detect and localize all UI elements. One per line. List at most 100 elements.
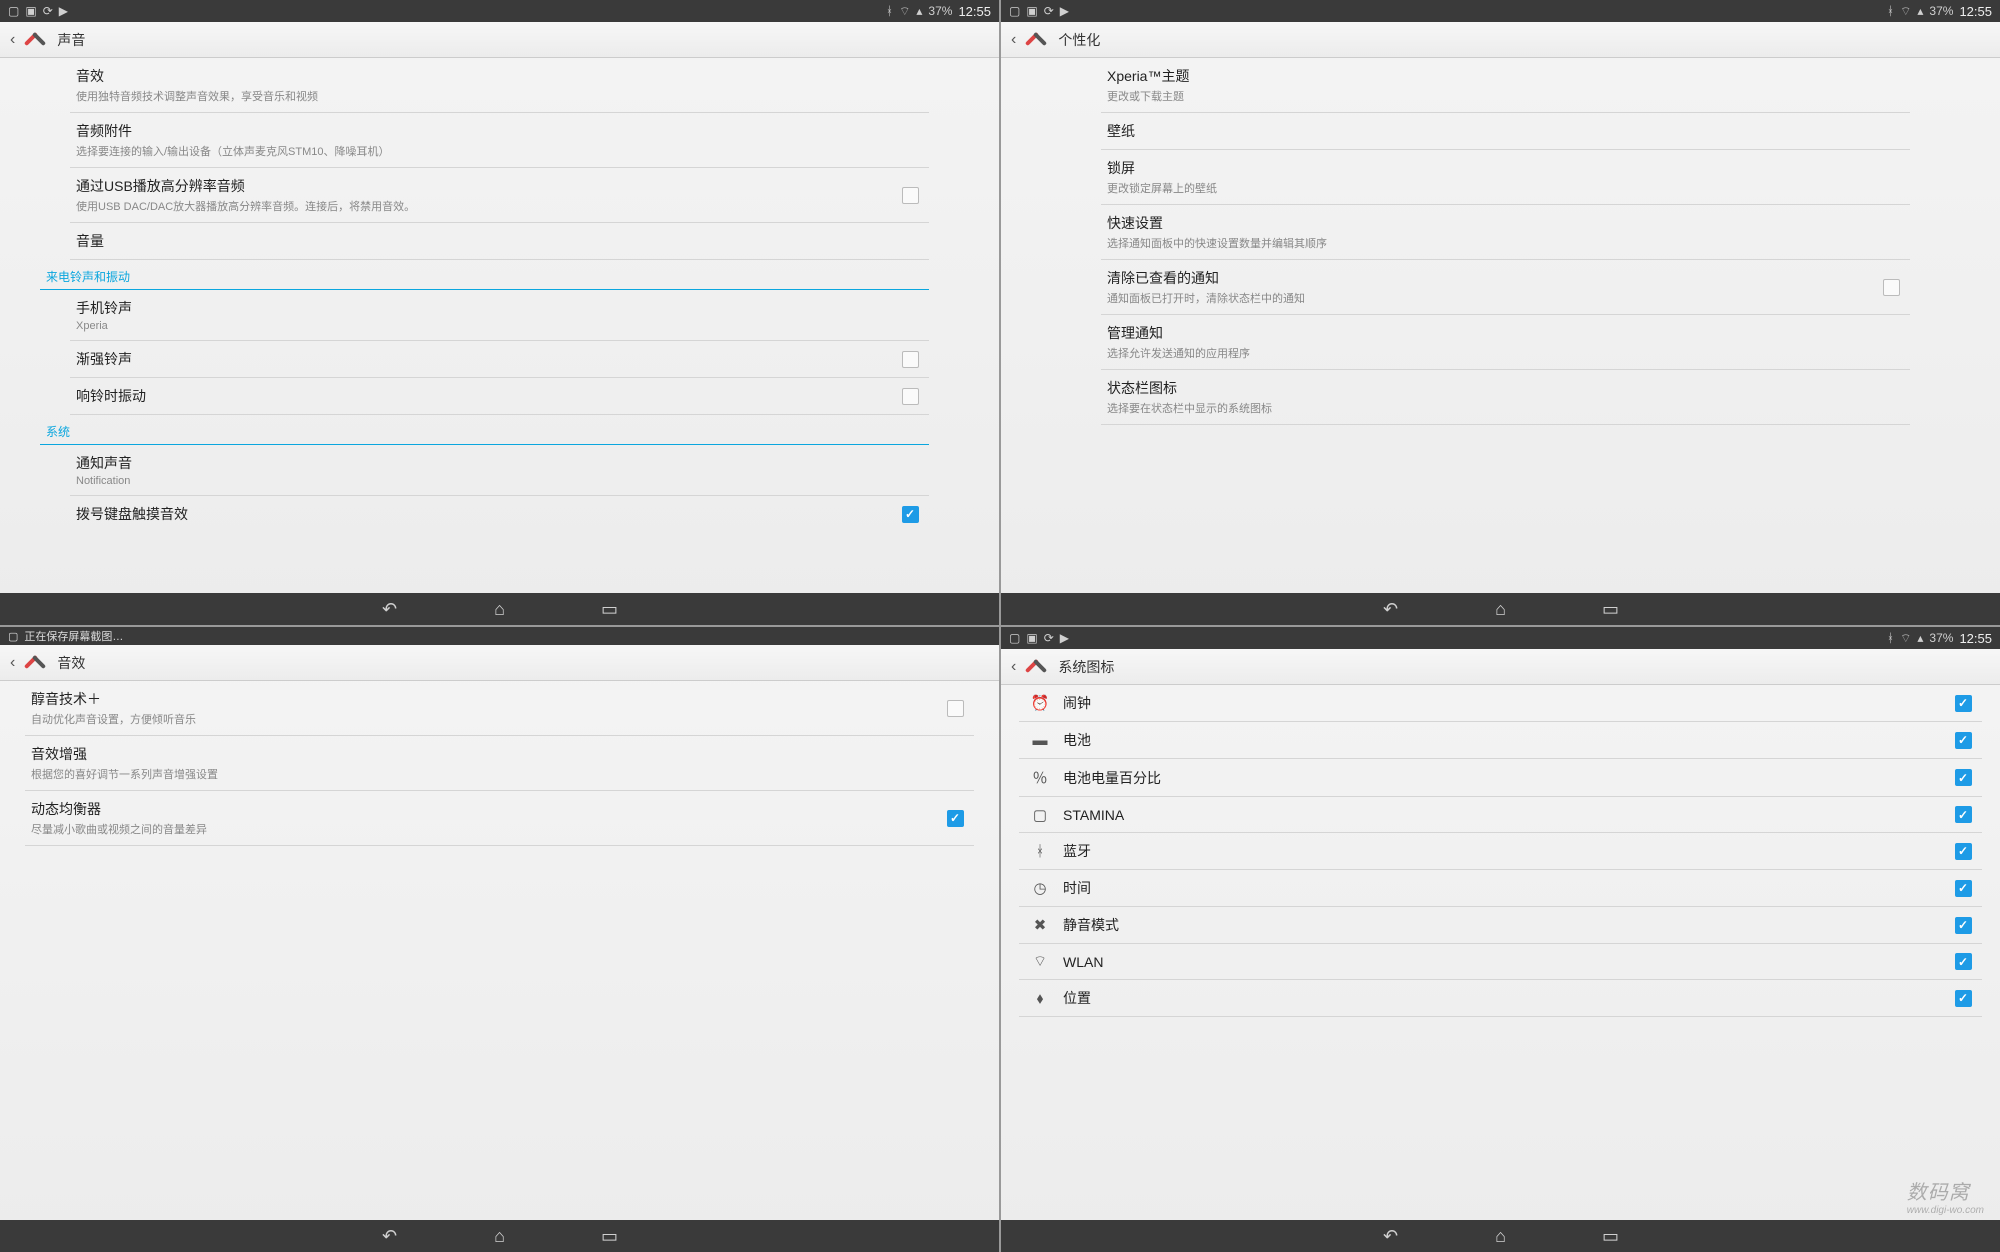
row-statusbar-icons[interactable]: 状态栏图标选择要在状态栏中显示的系统图标 [1101,370,1910,425]
checkbox-clearaudio[interactable] [947,700,964,717]
silent-icon: ✖ [1025,916,1055,934]
nav-home-icon[interactable]: ⌂ [1486,1226,1516,1247]
nav-home-icon[interactable]: ⌂ [1486,599,1516,620]
checkbox-ascending[interactable] [902,351,919,368]
checkbox-silent[interactable] [1955,917,1972,934]
back-icon[interactable]: ‹ [10,31,15,49]
battery-icon: ▬ [1025,732,1055,749]
row-sound-enhance[interactable]: 音效增强根据您的喜好调节一系列声音增强设置 [25,736,974,791]
checkbox-dialpad[interactable] [902,506,919,523]
row-battery[interactable]: ▬电池 [1019,722,1982,759]
alarm-icon: ⏰ [1025,694,1055,712]
row-ascending-ringtone[interactable]: 渐强铃声 [70,341,929,378]
row-bluetooth[interactable]: ᚼ蓝牙 [1019,833,1982,870]
checkbox-battery[interactable] [1955,732,1972,749]
row-wlan[interactable]: ⌔WLAN [1019,944,1982,980]
row-alarm[interactable]: ⏰闹钟 [1019,685,1982,722]
row-location[interactable]: ⬧位置 [1019,980,1982,1017]
row-dynamic-normalizer[interactable]: 动态均衡器尽量减小歌曲或视频之间的音量差异 [25,791,974,846]
checkbox-dynamic[interactable] [947,810,964,827]
gallery-icon: ▣ [25,4,36,18]
checkbox-wlan[interactable] [1955,953,1972,970]
header-bar[interactable]: ‹ 个性化 [1001,22,2000,58]
header-bar[interactable]: ‹ 音效 [0,645,999,681]
row-wallpaper[interactable]: 壁纸 [1101,113,1910,150]
orientation-icon: ⟳ [43,4,53,18]
watermark: 数码窝www.digi-wo.com [1907,1176,1984,1216]
row-xperia-theme[interactable]: Xperia™主题更改或下载主题 [1101,58,1910,113]
row-silent[interactable]: ✖静音模式 [1019,907,1982,944]
nav-bar: ↶ ⌂ ▭ [0,1220,999,1252]
checkbox-location[interactable] [1955,990,1972,1007]
back-icon[interactable]: ‹ [1011,658,1016,676]
clock: 12:55 [958,4,991,19]
nav-bar: ↶ ⌂ ▭ [1001,593,2000,625]
app-icon: ▶ [1060,4,1069,18]
row-stamina[interactable]: ▢STAMINA [1019,797,1982,833]
nav-back-icon[interactable]: ↶ [1376,1226,1406,1247]
nav-recent-icon[interactable]: ▭ [1596,599,1626,620]
row-quick-settings[interactable]: 快速设置选择通知面板中的快速设置数量并编辑其顺序 [1101,205,1910,260]
row-manage-notifications[interactable]: 管理通知选择允许发送通知的应用程序 [1101,315,1910,370]
nav-back-icon[interactable]: ↶ [375,599,405,620]
pane-personalization: ▢▣⟳▶ ᚼ⌔▴37%12:55 ‹ 个性化 Xperia™主题更改或下载主题 … [1001,0,2000,625]
screenshot-icon: ▢ [8,4,19,18]
bluetooth-icon: ᚼ [886,4,893,18]
signal-icon: ▴ [916,4,922,18]
app-icon: ▶ [1060,631,1069,645]
row-phone-ringtone[interactable]: 手机铃声Xperia [70,290,929,341]
row-usb-hires[interactable]: 通过USB播放高分辨率音频使用USB DAC/DAC放大器播放高分辨率音频。连接… [70,168,929,223]
header-bar[interactable]: ‹ 声音 [0,22,999,58]
nav-home-icon[interactable]: ⌂ [485,599,515,620]
pane-sound: ▢ ▣ ⟳ ▶ ᚼ ⌔ ▴ 37% 12:55 ‹ 声音 音效使用独特音频技术调整声音效果，享… [0,0,999,625]
nav-recent-icon[interactable]: ▭ [1596,1226,1626,1247]
app-icon: ▶ [59,4,68,18]
settings-icon [25,29,47,51]
checkbox-battery-pct[interactable] [1955,769,1972,786]
row-lockscreen[interactable]: 锁屏更改锁定屏幕上的壁纸 [1101,150,1910,205]
checkbox-bluetooth[interactable] [1955,843,1972,860]
checkbox-alarm[interactable] [1955,695,1972,712]
settings-icon [25,652,47,674]
header-bar[interactable]: ‹ 系统图标 [1001,649,2000,685]
row-dialpad-touch[interactable]: 拨号键盘触摸音效 [70,496,929,532]
settings-icon [1026,656,1048,678]
settings-icon [1026,29,1048,51]
checkbox-usb-hires[interactable] [902,187,919,204]
row-clearaudio[interactable]: 醇音技术＋自动优化声音设置，方便倾听音乐 [25,681,974,736]
pane-sound-effects: ▢正在保存屏幕截图… ‹ 音效 醇音技术＋自动优化声音设置，方便倾听音乐 音效增… [0,627,999,1252]
nav-back-icon[interactable]: ↶ [1376,599,1406,620]
bluetooth-icon: ᚼ [1887,631,1894,645]
checkbox-vibrate[interactable] [902,388,919,405]
battery-icon: 37% [928,4,952,18]
row-audio-accessories[interactable]: 音频附件选择要连接的输入/输出设备（立体声麦克风STM10、降噪耳机） [70,113,929,168]
back-icon[interactable]: ‹ [10,654,15,672]
signal-icon: ▴ [1917,4,1923,18]
nav-recent-icon[interactable]: ▭ [595,1226,625,1247]
wifi-icon: ⌔ [899,4,910,19]
row-volume[interactable]: 音量 [70,223,929,260]
row-vibrate-on-ring[interactable]: 响铃时振动 [70,378,929,415]
checkbox-clear-notif[interactable] [1883,279,1900,296]
checkbox-time[interactable] [1955,880,1972,897]
nav-home-icon[interactable]: ⌂ [485,1226,515,1247]
nav-back-icon[interactable]: ↶ [375,1226,405,1247]
back-icon[interactable]: ‹ [1011,31,1016,49]
clock: 12:55 [1959,4,1992,19]
row-time[interactable]: ◷时间 [1019,870,1982,907]
bluetooth-icon: ᚼ [1025,843,1055,860]
clock: 12:55 [1959,631,1992,646]
page-title: 声音 [57,30,85,50]
nav-recent-icon[interactable]: ▭ [595,599,625,620]
page-title: 个性化 [1058,30,1100,50]
row-battery-pct[interactable]: ％电池电量百分比 [1019,759,1982,797]
nav-bar: ↶ ⌂ ▭ [1001,1220,2000,1252]
wifi-icon: ⌔ [1900,4,1911,19]
checkbox-stamina[interactable] [1955,806,1972,823]
stamina-icon: ▢ [1025,806,1055,824]
gallery-icon: ▣ [1026,631,1037,645]
orientation-icon: ⟳ [1044,4,1054,18]
row-sound-effects[interactable]: 音效使用独特音频技术调整声音效果，享受音乐和视频 [70,58,929,113]
row-notification-sound[interactable]: 通知声音Notification [70,445,929,496]
row-clear-notifications[interactable]: 清除已查看的通知通知面板已打开时，清除状态栏中的通知 [1101,260,1910,315]
